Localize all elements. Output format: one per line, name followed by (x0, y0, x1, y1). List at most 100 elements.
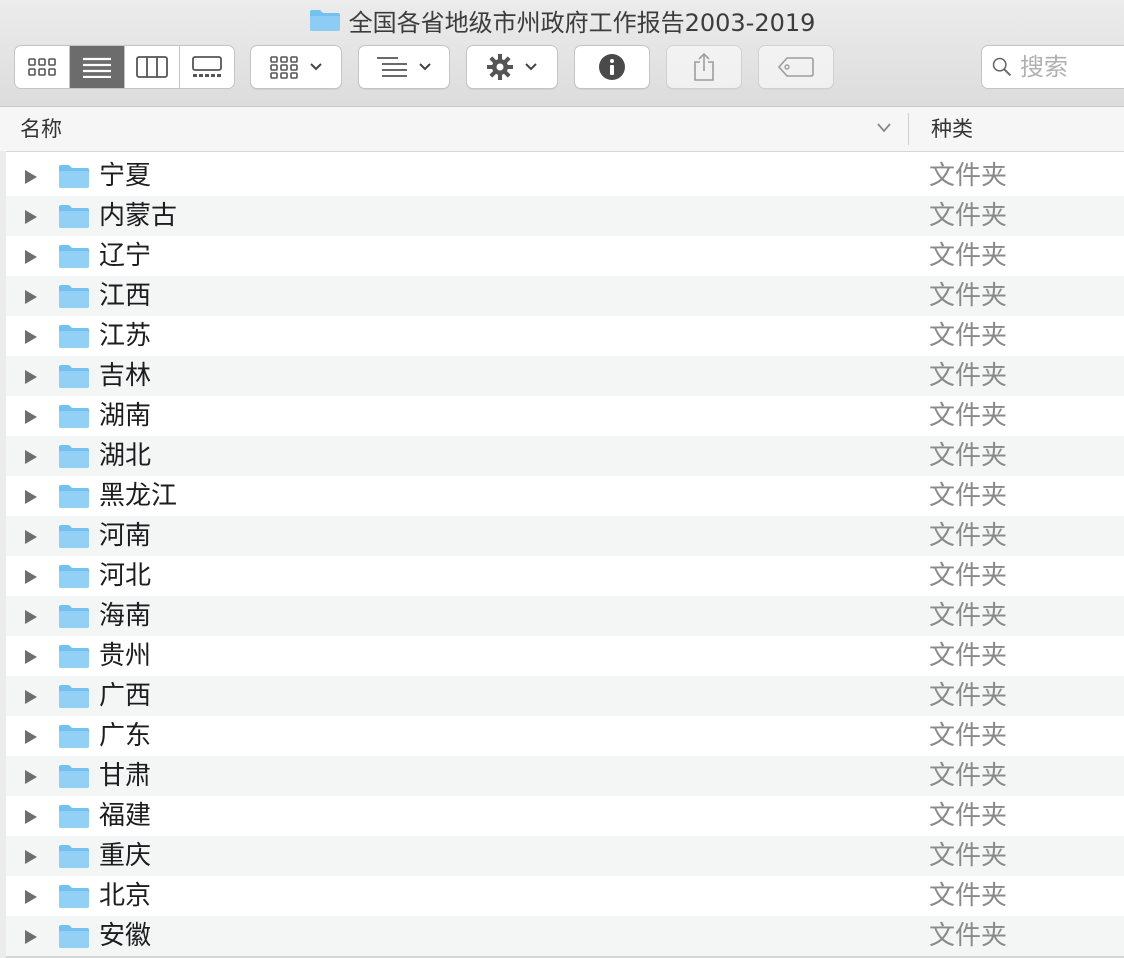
disclosure-triangle-icon[interactable] (24, 689, 38, 705)
list-item[interactable]: 海南 文件夹 (6, 596, 1124, 636)
folder-icon (59, 725, 89, 748)
item-kind: 文件夹 (929, 201, 1008, 231)
item-kind: 文件夹 (929, 481, 1008, 511)
item-name: 吉林 (99, 361, 152, 391)
folder-icon (59, 205, 89, 228)
disclosure-triangle-icon[interactable] (24, 489, 38, 505)
arrange-icon (377, 57, 407, 77)
disclosure-triangle-icon[interactable] (24, 249, 38, 265)
share-button[interactable] (666, 45, 742, 89)
folder-icon (59, 805, 89, 828)
disclosure-triangle-icon[interactable] (24, 409, 38, 425)
disclosure-triangle-icon[interactable] (24, 889, 38, 905)
item-kind: 文件夹 (929, 361, 1008, 391)
column-header-name[interactable]: 名称 (20, 107, 62, 151)
list-item[interactable]: 河北 文件夹 (6, 556, 1124, 596)
list-item[interactable]: 广东 文件夹 (6, 716, 1124, 756)
info-icon (599, 54, 625, 80)
list-item[interactable]: 北京 文件夹 (6, 876, 1124, 916)
get-info-button[interactable] (574, 45, 650, 89)
list-item[interactable]: 福建 文件夹 (6, 796, 1124, 836)
columns-icon (136, 56, 168, 78)
item-kind: 文件夹 (929, 521, 1008, 551)
column-header-kind[interactable]: 种类 (931, 107, 973, 151)
file-list: 宁夏 文件夹 内蒙古 文件夹 辽宁 文件夹 江西 文件夹 江苏 文件夹 吉林 文件夹 湖南 文件夹 湖北 文件… (6, 156, 1124, 956)
list-item[interactable]: 湖北 文件夹 (6, 436, 1124, 476)
list-item[interactable]: 广西 文件夹 (6, 676, 1124, 716)
item-kind: 文件夹 (929, 881, 1008, 911)
disclosure-triangle-icon[interactable] (24, 529, 38, 545)
item-name: 广西 (99, 681, 152, 711)
item-name: 河北 (99, 561, 152, 591)
item-kind: 文件夹 (929, 161, 1008, 191)
item-kind: 文件夹 (929, 681, 1008, 711)
folder-icon (59, 325, 89, 348)
group-by-button[interactable] (250, 45, 342, 89)
list-item[interactable]: 甘肃 文件夹 (6, 756, 1124, 796)
sort-chevron-icon[interactable] (876, 121, 892, 135)
disclosure-triangle-icon[interactable] (24, 329, 38, 345)
gear-icon (487, 54, 513, 80)
disclosure-triangle-icon[interactable] (24, 289, 38, 305)
item-name: 河南 (99, 521, 152, 551)
arrange-button[interactable] (358, 45, 450, 89)
disclosure-triangle-icon[interactable] (24, 169, 38, 185)
list-item[interactable]: 辽宁 文件夹 (6, 236, 1124, 276)
list-item[interactable]: 湖南 文件夹 (6, 396, 1124, 436)
action-button[interactable] (466, 45, 558, 89)
gallery-view-button[interactable] (180, 46, 234, 88)
list-item[interactable]: 黑龙江 文件夹 (6, 476, 1124, 516)
disclosure-triangle-icon[interactable] (24, 729, 38, 745)
disclosure-triangle-icon[interactable] (24, 809, 38, 825)
icon-view-button[interactable] (15, 46, 70, 88)
column-view-button[interactable] (125, 46, 180, 88)
window-title: 全国各省地级市州政府工作报告2003-2019 (348, 8, 816, 37)
list-item[interactable]: 贵州 文件夹 (6, 636, 1124, 676)
folder-icon (59, 445, 89, 468)
item-name: 贵州 (99, 641, 152, 671)
list-item[interactable]: 重庆 文件夹 (6, 836, 1124, 876)
item-kind: 文件夹 (929, 761, 1008, 791)
search-icon (992, 57, 1012, 77)
folder-icon (59, 925, 89, 948)
disclosure-triangle-icon[interactable] (24, 209, 38, 225)
disclosure-triangle-icon[interactable] (24, 449, 38, 465)
folder-icon (59, 605, 89, 628)
item-kind: 文件夹 (929, 441, 1008, 471)
list-view-button[interactable] (70, 46, 125, 88)
item-name: 辽宁 (99, 241, 152, 271)
item-kind: 文件夹 (929, 561, 1008, 591)
disclosure-triangle-icon[interactable] (24, 569, 38, 585)
disclosure-triangle-icon[interactable] (24, 649, 38, 665)
list-item[interactable]: 安徽 文件夹 (6, 916, 1124, 956)
item-name: 江西 (99, 281, 152, 311)
disclosure-triangle-icon[interactable] (24, 769, 38, 785)
share-icon (694, 52, 714, 81)
list-item[interactable]: 内蒙古 文件夹 (6, 196, 1124, 236)
folder-icon (59, 765, 89, 788)
item-name: 海南 (99, 601, 152, 631)
list-item[interactable]: 吉林 文件夹 (6, 356, 1124, 396)
disclosure-triangle-icon[interactable] (24, 369, 38, 385)
list-item[interactable]: 江西 文件夹 (6, 276, 1124, 316)
item-kind: 文件夹 (929, 641, 1008, 671)
search-field[interactable] (981, 45, 1124, 89)
tag-button[interactable] (758, 45, 834, 89)
column-divider[interactable] (908, 113, 909, 145)
folder-icon (59, 285, 89, 308)
item-name: 北京 (99, 881, 152, 911)
disclosure-triangle-icon[interactable] (24, 609, 38, 625)
column-header: 名称 种类 (0, 107, 1124, 152)
item-kind: 文件夹 (929, 601, 1008, 631)
item-name: 黑龙江 (99, 481, 178, 511)
folder-icon (59, 685, 89, 708)
list-item[interactable]: 河南 文件夹 (6, 516, 1124, 556)
list-item[interactable]: 宁夏 文件夹 (6, 156, 1124, 196)
folder-icon (59, 485, 89, 508)
search-input[interactable] (1020, 53, 1124, 81)
disclosure-triangle-icon[interactable] (24, 849, 38, 865)
folder-icon (59, 565, 89, 588)
group-by-icon (270, 56, 298, 79)
list-item[interactable]: 江苏 文件夹 (6, 316, 1124, 356)
disclosure-triangle-icon[interactable] (24, 929, 38, 945)
